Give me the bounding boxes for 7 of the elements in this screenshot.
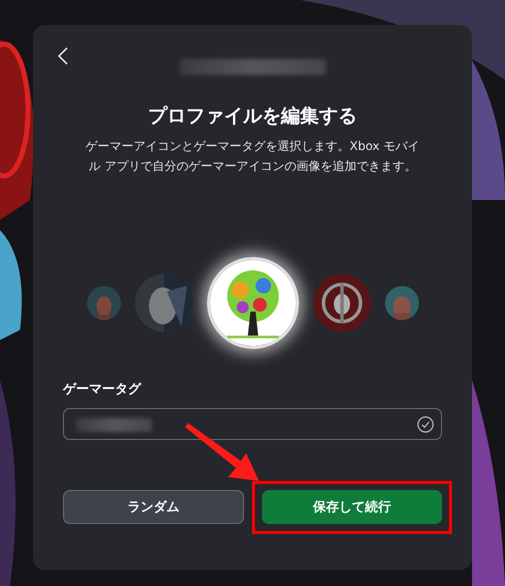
- save-button[interactable]: 保存して続行: [262, 490, 442, 524]
- dialog-description: ゲーマーアイコンとゲーマータグを選択します。Xbox モバイル アプリで自分のゲーマーアイコンの画像を追加できます。: [84, 138, 420, 175]
- gamertag-field[interactable]: [63, 408, 442, 440]
- field-label: ゲーマータグ: [63, 380, 142, 399]
- random-button[interactable]: ランダム: [63, 490, 244, 524]
- dialog-title: プロファイルを編集する: [148, 105, 357, 128]
- chevron-left-icon: [57, 46, 69, 66]
